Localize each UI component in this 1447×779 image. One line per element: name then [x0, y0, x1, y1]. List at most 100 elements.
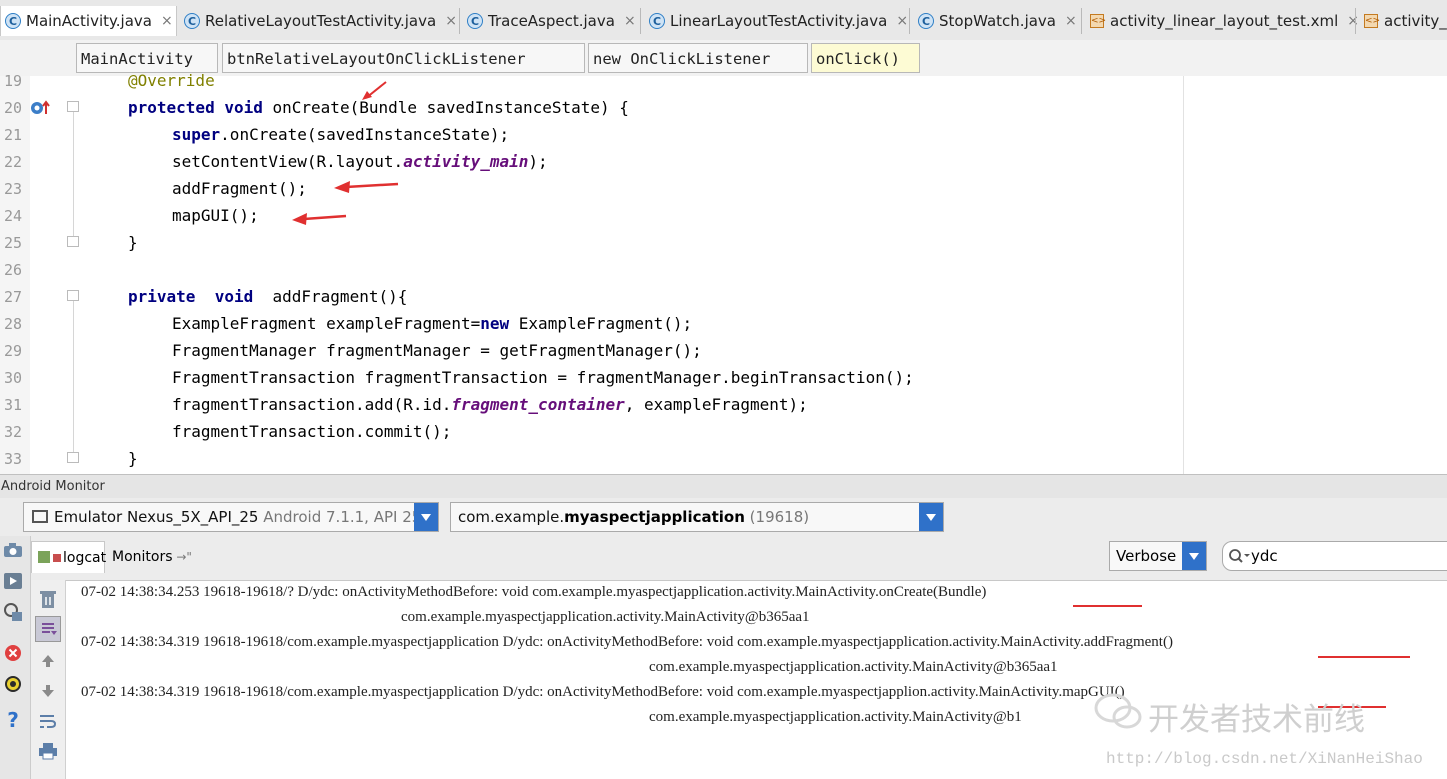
- watermark-url: http://blog.csdn.net/XiNanHeiShao: [1106, 750, 1423, 768]
- process-name: myaspectjapplication: [564, 508, 745, 526]
- breadcrumb-new-listener[interactable]: new OnClickListener: [588, 43, 808, 73]
- line-number: 21: [3, 126, 22, 144]
- code-line-27: private void addFragment(){: [128, 287, 407, 306]
- log-search-input[interactable]: ydc: [1222, 541, 1447, 571]
- error-marker-icon: [53, 554, 61, 562]
- class-icon: C: [649, 13, 665, 29]
- process-prefix: com.example.: [458, 508, 565, 526]
- code-text: onCreate(Bundle savedInstanceState) {: [262, 98, 629, 117]
- keyword: super: [172, 125, 221, 144]
- line-number: 33: [3, 450, 22, 468]
- code-text: ExampleFragment exampleFragment=: [172, 314, 481, 333]
- device-detail: Android 7.1.1, API 25: [258, 508, 422, 526]
- line-number: 31: [3, 396, 22, 414]
- code-text: , exampleFragment);: [624, 395, 808, 414]
- tab-xml-layout[interactable]: <> activity_linear_layout_test.xml ×: [1090, 8, 1359, 34]
- close-icon[interactable]: ×: [1065, 13, 1077, 29]
- process-selector[interactable]: com.example.myaspectjapplication (19618): [450, 502, 944, 532]
- log-method: on.activity.MainActivity.mapGUI: [912, 684, 1115, 700]
- class-icon: C: [184, 13, 200, 29]
- fold-marker-icon[interactable]: [67, 236, 79, 247]
- gc-icon[interactable]: [2, 673, 24, 695]
- screenshot-icon[interactable]: [2, 541, 24, 559]
- dropdown-arrow-icon[interactable]: [919, 503, 943, 531]
- device-name: Emulator Nexus_5X_API_25: [54, 508, 259, 526]
- line-number: 26: [3, 261, 22, 279]
- soft-wrap-icon[interactable]: [37, 710, 59, 732]
- tab-trace-aspect[interactable]: C TraceAspect.java ×: [467, 8, 636, 34]
- tab-label: logcat: [63, 550, 107, 566]
- dropdown-arrow-icon[interactable]: [414, 503, 438, 531]
- close-icon[interactable]: ×: [1347, 13, 1359, 29]
- tab-relative-layout[interactable]: C RelativeLayoutTestActivity.java ×: [184, 8, 457, 34]
- device-selector[interactable]: Emulator Nexus_5X_API_25 Android 7.1.1, …: [23, 502, 439, 532]
- right-margin-guide: [1183, 76, 1184, 474]
- code-line-29: FragmentManager fragmentManager = getFra…: [172, 341, 702, 360]
- scroll-to-end-icon[interactable]: [35, 616, 61, 642]
- pin-icon: →": [172, 550, 192, 564]
- down-arrow-icon[interactable]: [37, 680, 59, 702]
- log-entry: 07-02 14:38:34.319 19618-19618/com.examp…: [81, 634, 1173, 651]
- close-icon[interactable]: ×: [896, 13, 908, 29]
- line-number: 23: [3, 180, 22, 198]
- tab-label: RelativeLayoutTestActivity.java: [205, 12, 437, 30]
- tab-label: activity_linear_layout_test.xml: [1110, 12, 1339, 30]
- code-line-23: addFragment();: [172, 179, 307, 198]
- breadcrumb-listener[interactable]: btnRelativeLayoutOnClickListener: [222, 43, 585, 73]
- system-info-icon[interactable]: [2, 601, 24, 623]
- log-level-select[interactable]: Verbose: [1109, 541, 1207, 571]
- tab-main-activity[interactable]: C MainActivity.java ×: [0, 6, 177, 36]
- line-number: 27: [3, 288, 22, 306]
- annotation-arrow-icon: [362, 81, 387, 100]
- fold-marker-icon[interactable]: [67, 101, 79, 112]
- line-number: 32: [3, 423, 22, 441]
- breadcrumb-main-activity[interactable]: MainActivity: [76, 43, 218, 73]
- log-text: (): [1162, 634, 1173, 650]
- close-icon[interactable]: ×: [445, 13, 457, 29]
- fold-guide: [73, 112, 74, 242]
- tab-divider: [1081, 8, 1082, 34]
- fold-marker-icon[interactable]: [67, 290, 79, 301]
- log-text: 07-02 14:38:34.319 19618-19618/com.examp…: [81, 684, 913, 700]
- tab-linear-layout[interactable]: C LinearLayoutTestActivity.java ×: [649, 8, 908, 34]
- keyword: private: [128, 287, 196, 306]
- tab-logcat[interactable]: logcat: [31, 541, 107, 573]
- watermark-brand: 开发者技术前线: [1148, 702, 1365, 738]
- close-icon[interactable]: ×: [624, 13, 636, 29]
- tab-monitors[interactable]: Monitors →": [112, 541, 202, 573]
- line-number: 29: [3, 342, 22, 360]
- emulator-icon: [32, 510, 48, 523]
- class-icon: C: [918, 13, 934, 29]
- record-video-icon[interactable]: [2, 571, 24, 591]
- xml-file-icon: <>: [1090, 14, 1107, 28]
- up-arrow-icon[interactable]: [37, 650, 59, 672]
- annotation-arrow-icon: [334, 181, 399, 193]
- breadcrumb-onclick[interactable]: onClick(): [811, 43, 920, 73]
- clear-log-icon[interactable]: [37, 588, 59, 610]
- class-icon: C: [5, 13, 21, 29]
- code-line-21: super.onCreate(savedInstanceState);: [172, 125, 509, 144]
- terminate-app-icon[interactable]: [2, 642, 24, 664]
- dropdown-arrow-icon[interactable]: [1182, 542, 1206, 570]
- print-icon[interactable]: [37, 740, 59, 762]
- tab-divider: [640, 8, 641, 34]
- override-method-icon[interactable]: [29, 99, 51, 117]
- line-number: 19: [3, 72, 22, 90]
- tab-stopwatch[interactable]: C StopWatch.java ×: [918, 8, 1077, 34]
- code-line-19: @Override: [128, 71, 215, 90]
- help-icon[interactable]: ?: [2, 708, 24, 732]
- close-icon[interactable]: ×: [161, 13, 173, 29]
- log-text: 07-02 14:38:34.253 19618-19618/? D/ydc: …: [81, 584, 879, 600]
- fold-marker-icon[interactable]: [67, 452, 79, 463]
- log-entry-continuation: com.example.myaspectjapplication.activit…: [401, 609, 810, 625]
- search-value: ydc: [1251, 547, 1278, 565]
- code-line-28: ExampleFragment exampleFragment=new Exam…: [172, 314, 692, 333]
- tab-label: Monitors: [112, 549, 173, 565]
- field-reference: fragment_container: [451, 395, 625, 414]
- line-number: 25: [3, 234, 22, 252]
- tab-label: MainActivity.java: [26, 12, 152, 30]
- tab-divider: [459, 8, 460, 34]
- keyword: void: [224, 98, 263, 117]
- code-line-33: }: [128, 449, 138, 468]
- tab-xml-layout-2[interactable]: <> activity_: [1364, 8, 1447, 34]
